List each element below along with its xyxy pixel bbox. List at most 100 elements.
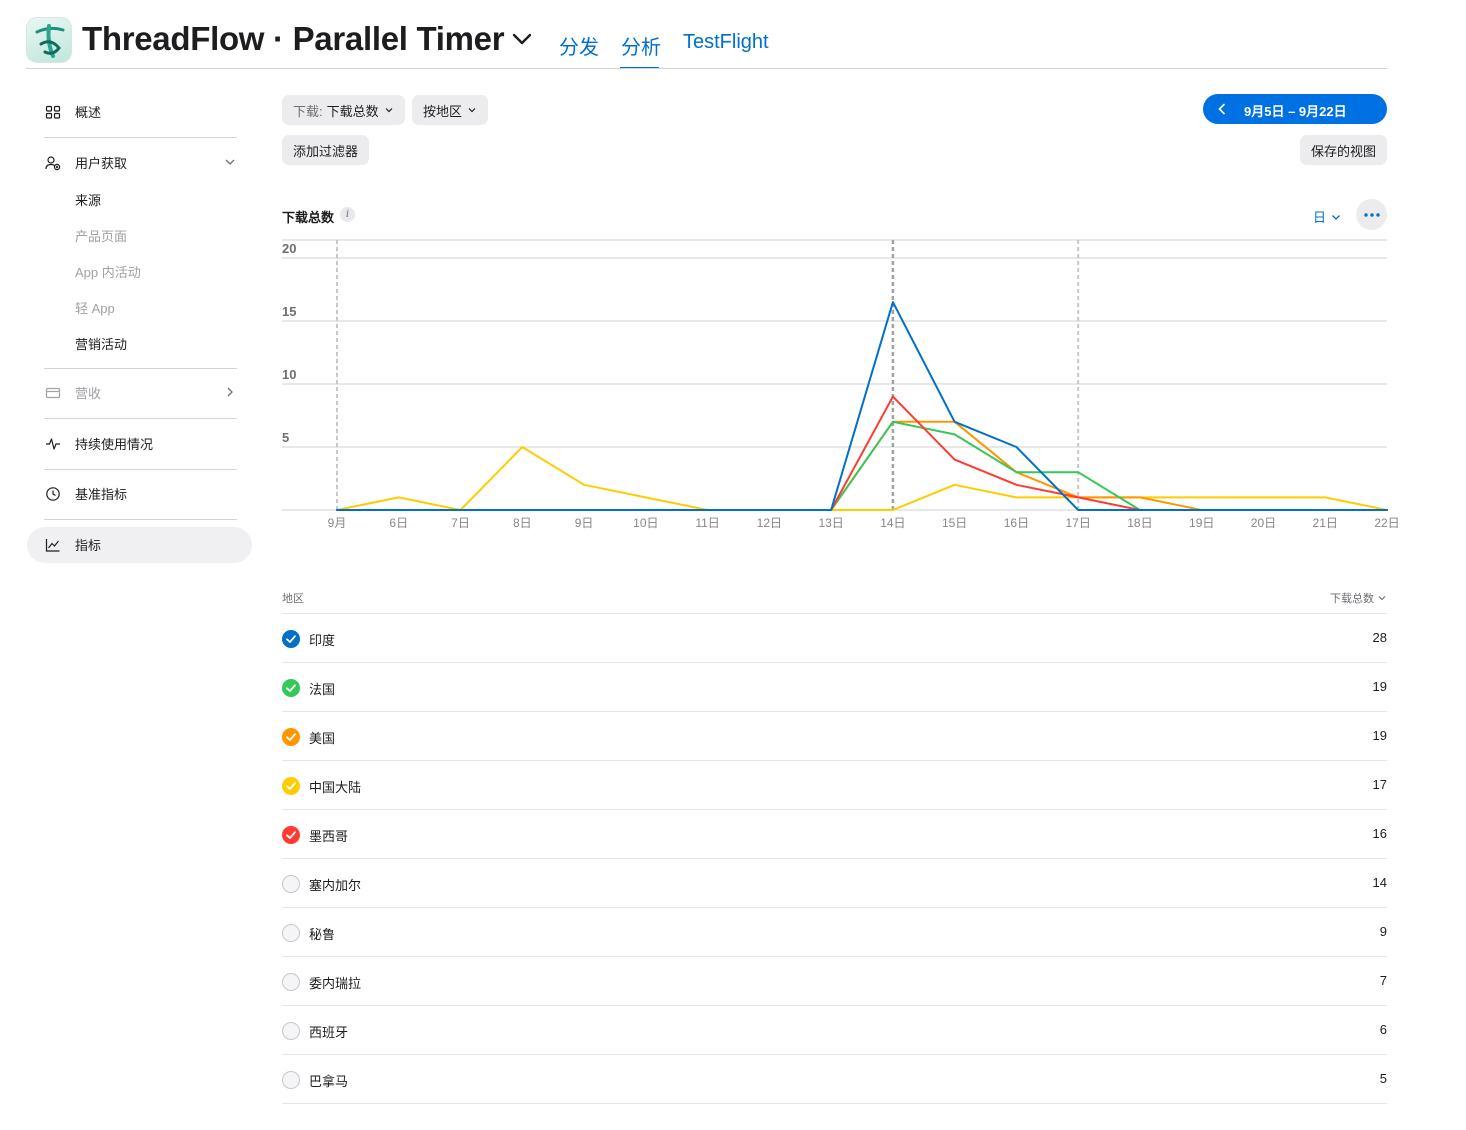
checked-circle-icon[interactable]: [282, 630, 300, 648]
column-header-downloads[interactable]: 下载总数: [1330, 590, 1387, 606]
region-name: 印度: [309, 633, 336, 648]
checked-circle-icon[interactable]: [282, 777, 300, 795]
x-tick-label: 15日: [942, 516, 967, 530]
sidebar-item-label: 指标: [75, 538, 102, 553]
unchecked-circle-icon[interactable]: [282, 973, 300, 991]
table-row[interactable]: 秘鲁 9: [282, 908, 1387, 957]
chevron-down-icon: [468, 108, 476, 113]
card-icon: [44, 384, 62, 402]
region-name: 美国: [309, 731, 336, 746]
tab-testflight[interactable]: TestFlight: [683, 31, 769, 54]
series-line: [336, 301, 1388, 511]
chevron-down-icon: [1332, 214, 1340, 220]
chevron-down-icon[interactable]: [224, 156, 236, 168]
grid-icon: [44, 103, 62, 121]
unchecked-circle-icon[interactable]: [282, 1071, 300, 1089]
download-count: 17: [1372, 777, 1387, 792]
region-name: 委内瑞拉: [309, 976, 362, 991]
period-dropdown[interactable]: 日: [1313, 207, 1342, 226]
saved-views-button[interactable]: 保存的视图: [1300, 135, 1388, 165]
sidebar-item-revenue[interactable]: 营收: [44, 383, 101, 402]
chevron-right-icon[interactable]: [224, 386, 236, 398]
x-tick-label: 11日: [695, 516, 719, 530]
header-divider: [26, 68, 1387, 69]
sidebar-item-sources[interactable]: 来源: [75, 190, 101, 209]
ellipsis-icon: [1363, 212, 1380, 217]
y-tick-label: 15: [282, 304, 296, 319]
gauge-icon: [44, 485, 62, 503]
sidebar-item-label: 基准指标: [75, 487, 128, 502]
unchecked-circle-icon[interactable]: [282, 924, 300, 942]
downloads-measure-dropdown[interactable]: 下载: 下载总数: [282, 95, 405, 125]
sidebar-divider: [44, 418, 237, 419]
date-range-button[interactable]: 9月5日 – 9月22日: [1203, 94, 1387, 124]
date-range-label: 9月5日 – 9月22日: [1244, 104, 1347, 119]
sidebar-item-benchmarks[interactable]: 基准指标: [44, 484, 127, 503]
series-line: [336, 395, 1388, 511]
app-icon: [26, 17, 72, 63]
chart-title: 下载总数: [282, 210, 335, 225]
app-switcher-chevron-icon[interactable]: [510, 31, 534, 47]
add-filter-button[interactable]: 添加过滤器: [282, 135, 370, 165]
table-row[interactable]: 委内瑞拉 7: [282, 957, 1387, 1006]
sidebar-item-label: 营收: [75, 386, 102, 401]
sort-chevron-down-icon: [1378, 596, 1386, 601]
x-tick-label: 10日: [633, 516, 658, 530]
chart-line-icon: [44, 536, 62, 554]
dropdown-value: 按地区: [423, 103, 463, 119]
checked-circle-icon[interactable]: [282, 826, 300, 844]
sidebar-item-acquisition[interactable]: 用户获取: [44, 153, 127, 172]
series-line: [336, 446, 1388, 511]
download-count: 19: [1372, 728, 1387, 743]
sidebar-item-engagement[interactable]: 持续使用情况: [44, 434, 153, 453]
dropdown-value: 下载总数: [326, 103, 379, 119]
table-row[interactable]: 巴拿马 5: [282, 1055, 1387, 1104]
more-options-button[interactable]: [1356, 199, 1387, 230]
table-row[interactable]: 西班牙 6: [282, 1006, 1387, 1055]
sidebar-divider: [44, 469, 237, 470]
table-row[interactable]: 墨西哥 16: [282, 810, 1387, 859]
table-row[interactable]: 印度 28: [282, 614, 1387, 663]
download-count: 28: [1372, 630, 1387, 645]
sidebar-divider: [44, 519, 237, 520]
tab-analytics[interactable]: 分析: [621, 31, 661, 60]
x-tick-label: 16日: [1004, 516, 1029, 530]
x-tick-label: 13日: [818, 516, 843, 530]
x-tick-label: 19日: [1189, 516, 1214, 530]
sidebar-item-campaigns[interactable]: 营销活动: [75, 334, 127, 353]
table-row[interactable]: 美国 19: [282, 712, 1387, 761]
x-tick-label: 21日: [1313, 516, 1338, 530]
checked-circle-icon[interactable]: [282, 679, 300, 697]
group-by-region-dropdown[interactable]: 按地区: [412, 95, 489, 125]
download-count: 5: [1379, 1071, 1387, 1086]
table-row[interactable]: 塞内加尔 14: [282, 859, 1387, 908]
y-tick-label: 5: [282, 430, 289, 445]
download-count: 16: [1372, 826, 1387, 841]
table-row[interactable]: 中国大陆 17: [282, 761, 1387, 810]
download-count: 7: [1379, 973, 1387, 988]
tab-distribution[interactable]: 分发: [559, 31, 599, 60]
region-name: 塞内加尔: [309, 878, 362, 893]
sidebar-item-app-clips[interactable]: 轻 App: [75, 298, 115, 317]
region-name: 法国: [309, 682, 336, 697]
y-tick-label: 10: [282, 367, 296, 382]
x-tick-label: 12日: [757, 516, 782, 530]
sidebar-item-overview[interactable]: 概述: [44, 102, 101, 121]
unchecked-circle-icon[interactable]: [282, 875, 300, 893]
table-row[interactable]: 法国 19: [282, 663, 1387, 712]
checked-circle-icon[interactable]: [282, 728, 300, 746]
sidebar-item-metrics[interactable]: 指标: [44, 535, 101, 554]
region-name: 墨西哥: [309, 829, 349, 844]
unchecked-circle-icon[interactable]: [282, 1022, 300, 1040]
info-icon[interactable]: i: [340, 207, 355, 222]
download-count: 14: [1372, 875, 1387, 890]
x-tick-label: 22日: [1374, 516, 1399, 530]
sidebar-item-in-app-events[interactable]: App 内活动: [75, 262, 141, 281]
x-tick-label: 7日: [451, 516, 470, 530]
chevron-left-icon: [1218, 103, 1225, 115]
download-count: 9: [1379, 924, 1387, 939]
sidebar-item-product-page[interactable]: 产品页面: [75, 226, 127, 245]
sidebar-item-label: 概述: [75, 105, 102, 120]
x-tick-label: 17日: [1065, 516, 1090, 530]
dropdown-prefix: 下载:: [293, 103, 323, 119]
